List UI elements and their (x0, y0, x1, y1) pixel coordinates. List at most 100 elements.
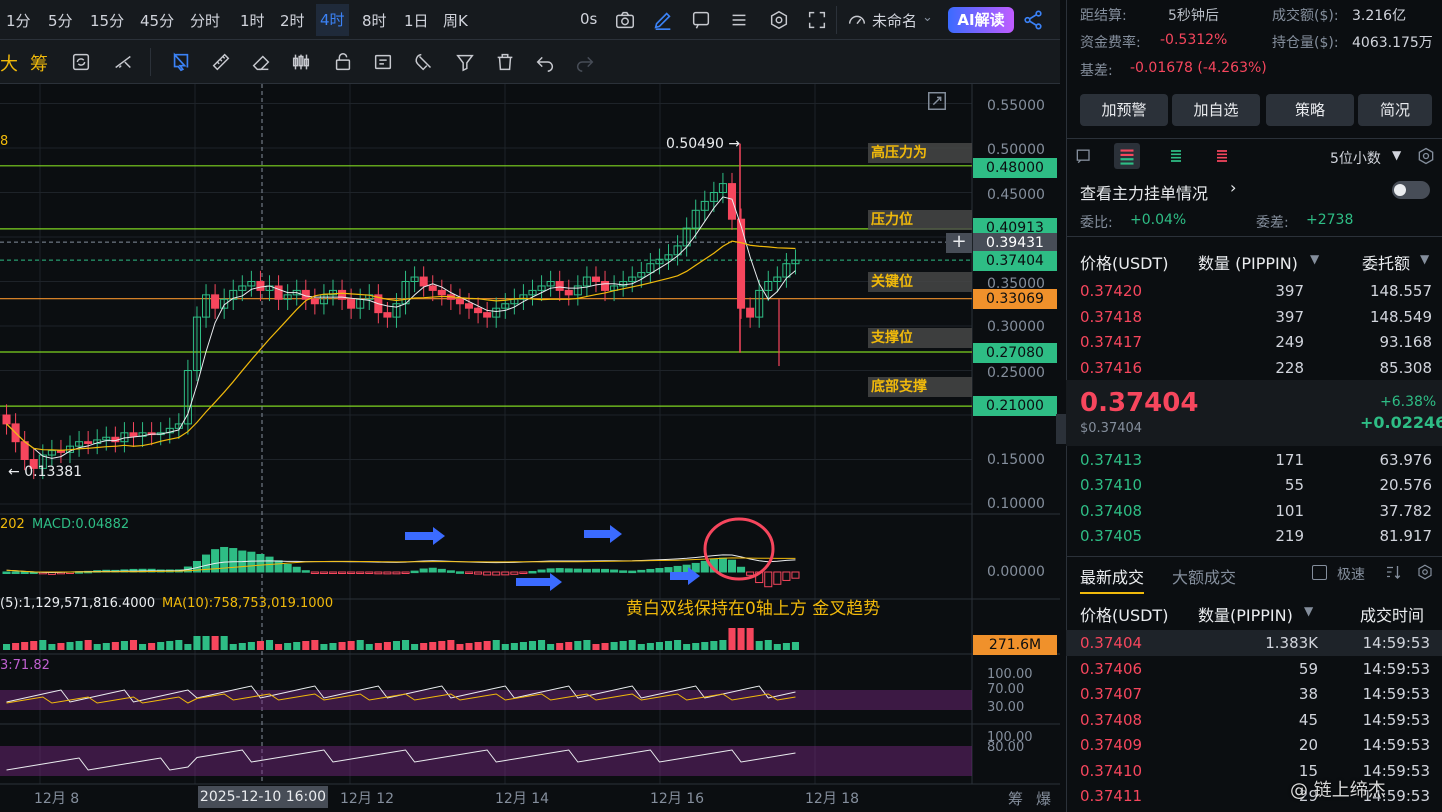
tf-1d[interactable]: 1日 (404, 10, 429, 31)
chart-area[interactable]: 0.55000 0.50000 0.45000 0.35000 0.30000 … (0, 84, 1066, 812)
orderbook-asks-icon[interactable] (1212, 146, 1232, 166)
bid-row[interactable]: 0.37408 101 37.782 (1080, 502, 1432, 524)
notes-icon[interactable] (372, 51, 394, 73)
tf-45m[interactable]: 45分 (140, 10, 174, 31)
overview-button[interactable]: 简况 (1358, 94, 1432, 126)
volume-bar (528, 641, 537, 650)
macd-label: MACD:0.04882 (32, 517, 130, 532)
add-line-icon[interactable]: + (946, 233, 972, 253)
orderbook-both-icon[interactable] (1114, 143, 1140, 169)
macd-bar (319, 571, 328, 574)
caret-down-icon[interactable]: ▼ (1304, 604, 1313, 618)
main-orders-link[interactable]: 查看主力挂单情况 (1080, 180, 1208, 204)
chevron-right-icon[interactable]: › (1230, 178, 1236, 197)
layout-name[interactable]: 未命名 (872, 10, 917, 31)
volume-bar (120, 641, 128, 650)
main-orders-toggle[interactable] (1392, 181, 1430, 199)
liquidation-toggle[interactable]: 爆 (1036, 788, 1051, 809)
lock-icon[interactable] (332, 51, 354, 73)
last-price: 0.37404 (1080, 388, 1199, 418)
ob-header-amount[interactable]: 委托额 (1362, 250, 1410, 274)
volume-bar (365, 644, 373, 650)
macd-bar (746, 571, 755, 576)
caret-down-icon[interactable]: ▼ (1310, 252, 1319, 266)
filter-icon[interactable] (454, 51, 476, 73)
sort-icon[interactable] (1384, 563, 1402, 581)
redo-icon[interactable] (574, 51, 596, 73)
rsi-band (0, 690, 972, 710)
pen-icon[interactable] (652, 9, 674, 31)
ob-header-qty[interactable]: 数量 (PIPPIN) (1198, 250, 1298, 274)
tab-latest-trades[interactable]: 最新成交 (1080, 564, 1145, 594)
ai-button[interactable]: AI解读 (948, 7, 1014, 33)
timeframe-toolbar: 1分 5分 15分 45分 分时 1时 2时 4时 8时 1日 周K 0s 未命… (0, 0, 1060, 40)
tab-large-trades[interactable]: 大额成交 (1172, 564, 1236, 588)
trash-icon[interactable] (494, 51, 516, 73)
macd-bar (419, 568, 428, 573)
eraser-icon[interactable] (250, 51, 272, 73)
tf-5m[interactable]: 5分 (48, 10, 73, 31)
macd-bar (791, 571, 800, 579)
chevron-down-icon[interactable]: ⌄ (922, 10, 933, 25)
candles-icon[interactable] (290, 51, 312, 73)
bid-row[interactable]: 0.37410 55 20.576 (1080, 476, 1432, 498)
ruler-icon[interactable] (210, 51, 232, 73)
list-icon[interactable] (728, 9, 750, 31)
add-watchlist-button[interactable]: 加自选 (1172, 94, 1260, 126)
macd-bar (20, 571, 29, 574)
trades-header-qty[interactable]: 数量(PIPPIN) (1198, 602, 1293, 626)
settings-icon[interactable] (768, 9, 790, 31)
scissors-icon[interactable] (112, 51, 134, 73)
undo-icon[interactable] (534, 51, 556, 73)
ask-row[interactable]: 0.37418 397 148.549 (1080, 308, 1432, 330)
ask-qty: 397 (1275, 308, 1304, 326)
camera-icon[interactable] (614, 9, 636, 31)
magnet-icon[interactable] (414, 51, 436, 73)
strategy-button[interactable]: 策略 (1266, 94, 1354, 126)
share-icon[interactable] (1022, 9, 1044, 31)
fast-checkbox[interactable] (1312, 565, 1327, 580)
candlestick-chart[interactable] (0, 84, 1060, 812)
y-tick: 0.15000 (987, 452, 1045, 468)
candle-body (727, 183, 737, 220)
settings-icon[interactable] (1416, 146, 1436, 166)
caret-down-icon[interactable]: ▼ (1420, 252, 1429, 266)
comment-icon[interactable] (690, 9, 712, 31)
tf-time[interactable]: 分时 (190, 10, 220, 31)
oi-label: 持仓量($): (1272, 35, 1339, 51)
settings-icon[interactable] (1416, 563, 1434, 581)
bid-row[interactable]: 0.37413 171 63.976 (1080, 451, 1432, 473)
candle-body (310, 298, 319, 305)
tf-2h[interactable]: 2时 (280, 10, 305, 31)
fullscreen-icon[interactable] (806, 9, 828, 31)
chip-toggle[interactable]: 筹 (1008, 788, 1023, 809)
volume-bar (57, 643, 65, 650)
ask-row[interactable]: 0.37417 249 93.168 (1080, 333, 1432, 355)
expand-icon[interactable] (926, 90, 948, 112)
orderbook-bids-icon[interactable] (1166, 146, 1186, 166)
bid-row[interactable]: 0.37405 219 81.917 (1080, 527, 1432, 549)
tf-8h[interactable]: 8时 (362, 10, 387, 31)
volume-bar (139, 644, 147, 650)
panel-collapse-handle[interactable] (1056, 414, 1066, 444)
tf-1m[interactable]: 1分 (6, 10, 31, 31)
trades-header-price: 价格(USDT) (1080, 606, 1169, 625)
tf-4h[interactable]: 4时 (316, 4, 349, 36)
precision-select[interactable]: 5位小数 (1330, 148, 1381, 168)
tf-15m[interactable]: 15分 (90, 10, 124, 31)
toolbar-label-1[interactable]: 大 (0, 50, 18, 76)
toolbar-label-2[interactable]: 筹 (30, 50, 48, 76)
high-value: 0.50490 (666, 136, 724, 152)
cursor-icon[interactable] (170, 51, 192, 73)
candle-body (737, 218, 746, 309)
tf-1h[interactable]: 1时 (240, 10, 265, 31)
ask-amount: 85.308 (1379, 359, 1433, 377)
depth-toggle-icon[interactable] (1074, 146, 1094, 166)
ask-row[interactable]: 0.37420 397 148.557 (1080, 282, 1432, 304)
add-alert-button[interactable]: 加预警 (1080, 94, 1168, 126)
caret-down-icon[interactable]: ▼ (1392, 148, 1401, 162)
sync-icon[interactable] (70, 51, 92, 73)
tf-week[interactable]: 周K (443, 10, 468, 31)
candle-body (338, 289, 347, 300)
ask-row[interactable]: 0.37416 228 85.308 (1080, 359, 1432, 381)
